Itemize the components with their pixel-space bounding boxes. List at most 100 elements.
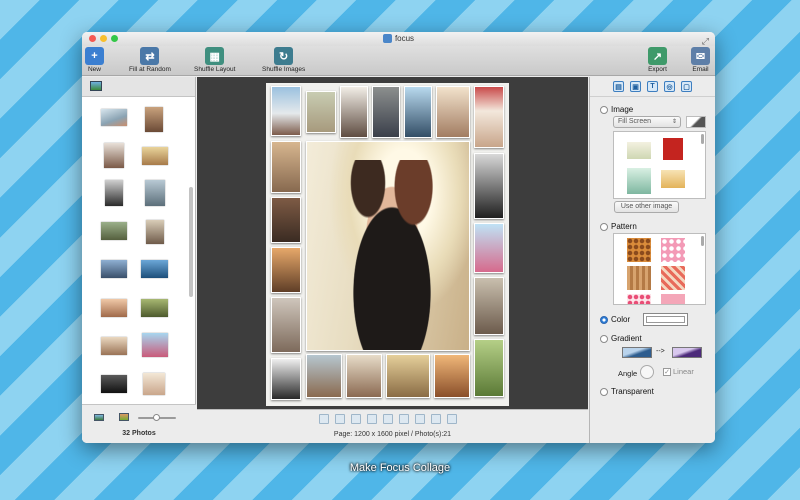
photo-thumbnail[interactable] bbox=[101, 337, 127, 355]
tab-text-icon[interactable]: T bbox=[647, 81, 658, 92]
layout-tool-icon[interactable] bbox=[447, 414, 457, 424]
linear-option[interactable]: ✓ Linear bbox=[663, 367, 694, 376]
photo-thumbnail[interactable] bbox=[101, 299, 127, 317]
export-button[interactable]: ↗ Export bbox=[648, 47, 667, 73]
sidebar-scrollbar[interactable] bbox=[189, 187, 193, 297]
layout-tool-icon[interactable] bbox=[415, 414, 425, 424]
photo-thumbnail[interactable] bbox=[101, 375, 127, 393]
pattern-swatch[interactable] bbox=[627, 238, 651, 262]
collage-photo[interactable] bbox=[474, 153, 504, 219]
collage-photo[interactable] bbox=[474, 86, 504, 148]
photo-thumbnail[interactable] bbox=[142, 333, 168, 357]
layout-tool-icon[interactable] bbox=[335, 414, 345, 424]
collage-photo[interactable] bbox=[306, 91, 336, 133]
collage-photo[interactable] bbox=[271, 358, 301, 400]
collage-photo[interactable] bbox=[271, 297, 301, 353]
image-list-scrollbar[interactable] bbox=[701, 134, 704, 144]
image-color-well[interactable] bbox=[686, 116, 706, 128]
tab-background-icon[interactable]: ▣ bbox=[630, 81, 641, 92]
photo-thumbnail[interactable] bbox=[146, 220, 164, 244]
zoom-window-button[interactable] bbox=[111, 35, 118, 42]
collage-photo[interactable] bbox=[474, 277, 504, 335]
gradient-label: Gradient bbox=[611, 334, 642, 343]
collage-photo[interactable] bbox=[340, 86, 368, 138]
fill-mode-select[interactable]: Fill Screen ⇕ bbox=[613, 116, 681, 128]
photo-thumbnail[interactable] bbox=[101, 109, 127, 126]
collage-photo[interactable] bbox=[386, 354, 430, 398]
collage-photo[interactable] bbox=[271, 197, 301, 243]
background-image-swatch[interactable] bbox=[663, 138, 683, 160]
tab-effects-icon[interactable]: ◎ bbox=[664, 81, 675, 92]
collage-photo[interactable] bbox=[346, 354, 382, 398]
transparent-option[interactable]: Transparent bbox=[600, 387, 654, 396]
fill-random-button[interactable]: ⇄ Fill at Random bbox=[129, 47, 171, 73]
layout-tool-icon[interactable] bbox=[383, 414, 393, 424]
collage-photo[interactable] bbox=[474, 339, 504, 397]
shuffle-layout-button[interactable]: ▦ Shuffle Layout bbox=[194, 47, 235, 73]
photo-thumbnail[interactable] bbox=[145, 180, 165, 206]
photo-thumbnail[interactable] bbox=[141, 260, 168, 278]
new-icon: + bbox=[85, 47, 104, 65]
photo-thumbnail[interactable] bbox=[101, 260, 127, 278]
image-radio[interactable] bbox=[600, 105, 608, 114]
photo-thumbnail[interactable] bbox=[105, 180, 123, 206]
layout-tool-icon[interactable] bbox=[319, 414, 329, 424]
collage-photo[interactable] bbox=[306, 354, 342, 398]
angle-dial[interactable] bbox=[640, 365, 654, 379]
use-other-image-button[interactable]: Use other image bbox=[614, 201, 679, 213]
pattern-swatch[interactable] bbox=[661, 294, 685, 304]
pattern-radio[interactable] bbox=[600, 222, 608, 231]
gradient-end-well[interactable] bbox=[672, 347, 702, 358]
collage-photo[interactable] bbox=[474, 223, 504, 273]
new-button[interactable]: + New bbox=[85, 47, 104, 73]
slider-knob[interactable] bbox=[153, 414, 160, 421]
pattern-swatch[interactable] bbox=[627, 294, 651, 304]
add-photos-icon[interactable] bbox=[90, 81, 102, 91]
minimize-window-button[interactable] bbox=[100, 35, 107, 42]
collage-photo[interactable] bbox=[404, 86, 432, 138]
email-button[interactable]: ✉ Email bbox=[691, 47, 710, 73]
photo-thumbnail[interactable] bbox=[145, 107, 163, 132]
large-thumbnail-icon[interactable] bbox=[119, 413, 129, 421]
gradient-option[interactable]: Gradient bbox=[600, 334, 642, 343]
tab-layout-icon[interactable]: ▤ bbox=[613, 81, 624, 92]
collage-page[interactable] bbox=[266, 83, 509, 406]
thumbnail-size-slider[interactable] bbox=[138, 414, 176, 421]
pattern-list-scrollbar[interactable] bbox=[701, 236, 704, 246]
pattern-option[interactable]: Pattern bbox=[600, 222, 637, 231]
collage-main-photo[interactable] bbox=[306, 141, 470, 351]
gradient-start-well[interactable] bbox=[622, 347, 652, 358]
layout-tool-icon[interactable] bbox=[351, 414, 361, 424]
layout-tool-icon[interactable] bbox=[367, 414, 377, 424]
background-image-swatch[interactable] bbox=[661, 170, 685, 188]
photo-thumbnail[interactable] bbox=[142, 147, 168, 165]
small-thumbnail-icon[interactable] bbox=[94, 414, 104, 421]
collage-photo[interactable] bbox=[271, 247, 301, 293]
layout-tool-icon[interactable] bbox=[399, 414, 409, 424]
collage-photo[interactable] bbox=[434, 354, 470, 398]
color-radio[interactable] bbox=[600, 315, 608, 324]
close-window-button[interactable] bbox=[89, 35, 96, 42]
collage-photo[interactable] bbox=[271, 141, 301, 193]
photo-thumbnail[interactable] bbox=[141, 299, 168, 317]
tab-frame-icon[interactable]: ▢ bbox=[681, 81, 692, 92]
pattern-swatch[interactable] bbox=[661, 238, 685, 262]
transparent-radio[interactable] bbox=[600, 387, 608, 396]
pattern-swatch[interactable] bbox=[627, 266, 651, 290]
layout-tool-icon[interactable] bbox=[431, 414, 441, 424]
collage-photo[interactable] bbox=[436, 86, 470, 138]
shuffle-images-button[interactable]: ↻ Shuffle Images bbox=[262, 47, 305, 73]
collage-photo[interactable] bbox=[271, 86, 301, 136]
color-well[interactable] bbox=[643, 313, 688, 326]
image-option[interactable]: Image bbox=[600, 105, 633, 114]
photo-thumbnail[interactable] bbox=[104, 143, 124, 168]
photo-thumbnail[interactable] bbox=[101, 222, 127, 240]
linear-checkbox[interactable]: ✓ bbox=[663, 367, 671, 376]
color-option[interactable]: Color bbox=[600, 315, 630, 324]
pattern-swatch[interactable] bbox=[661, 266, 685, 290]
background-image-swatch[interactable] bbox=[627, 168, 651, 194]
background-image-swatch[interactable] bbox=[627, 142, 651, 159]
photo-thumbnail[interactable] bbox=[143, 373, 165, 395]
collage-photo[interactable] bbox=[372, 86, 400, 138]
gradient-radio[interactable] bbox=[600, 334, 608, 343]
